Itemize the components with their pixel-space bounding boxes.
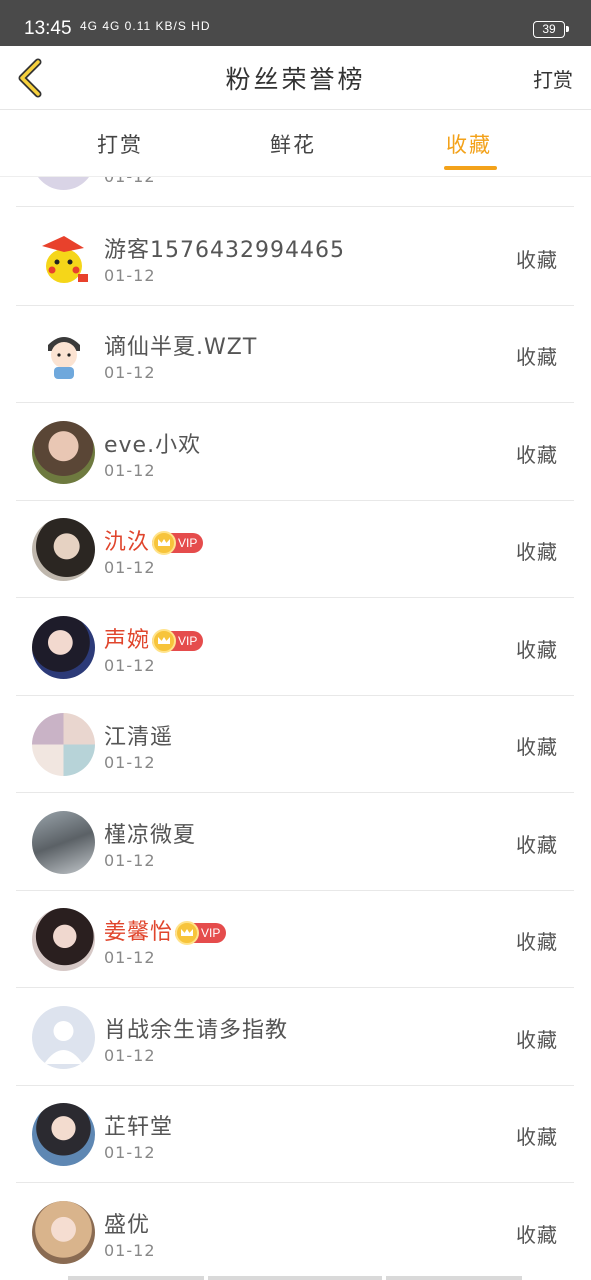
crown-icon	[152, 629, 177, 653]
photo-avatar	[32, 1103, 95, 1166]
row-action-label: 收藏	[516, 248, 558, 272]
list-item[interactable]: eve.小欢 01-12 收藏	[16, 403, 574, 501]
row-date: 01-12	[104, 753, 156, 772]
avatar	[32, 177, 95, 190]
list-item[interactable]: 谪仙半夏.WZT 01-12 收藏	[16, 305, 574, 403]
tab-reward[interactable]: 打赏	[97, 129, 143, 159]
row-name: 肖战余生请多指教	[104, 1018, 289, 1043]
row-date: 01-12	[104, 1143, 156, 1162]
row-action-label: 收藏	[516, 540, 558, 564]
status-time: 13:45	[24, 18, 72, 39]
row-name-text: 姜馨怡	[104, 920, 174, 945]
active-tab-indicator	[444, 166, 497, 170]
photo-avatar	[32, 908, 95, 971]
row-date: 01-12	[104, 266, 156, 285]
default-user-avatar	[32, 1006, 95, 1069]
row-action-label: 收藏	[516, 930, 558, 954]
row-date: 01-12	[104, 461, 156, 480]
row-action-label: 收藏	[516, 1223, 558, 1247]
photo-avatar	[32, 616, 95, 679]
row-name: 盛优	[104, 1213, 151, 1238]
photo-avatar	[32, 421, 95, 484]
row-action-label: 收藏	[516, 735, 558, 759]
row-name: 谪仙半夏.WZT	[104, 335, 258, 360]
network-indicator: 4G 4G 0.11 KB/S HD	[80, 19, 211, 33]
battery-icon: 39	[533, 21, 569, 38]
row-date: 01-12	[104, 851, 156, 870]
bottom-edge-divider	[68, 1276, 524, 1280]
row-name: 姜馨怡 VIP	[104, 914, 227, 946]
vip-badge: VIP	[152, 629, 204, 653]
vip-label: VIP	[201, 926, 221, 940]
vip-label: VIP	[178, 536, 198, 550]
photo-avatar	[32, 1201, 95, 1264]
row-name-text: 声婉	[104, 628, 151, 653]
pikachu-avatar	[32, 226, 95, 289]
row-name: 芷轩堂	[104, 1115, 174, 1140]
list-item[interactable]: 游客1576432994465 01-12 收藏	[16, 208, 574, 306]
row-action-label: 收藏	[516, 833, 558, 857]
list-item[interactable]: 01-12	[16, 177, 574, 207]
crown-icon	[175, 921, 200, 945]
row-action-label: 收藏	[516, 1028, 558, 1052]
vip-badge: VIP	[175, 921, 227, 945]
row-date: 01-12	[104, 1046, 156, 1065]
row-name: 江清遥	[104, 725, 174, 750]
tab-favorites[interactable]: 收藏	[446, 129, 492, 159]
list-item[interactable]: 盛优 01-12 收藏	[16, 1183, 574, 1280]
row-action-label: 收藏	[516, 638, 558, 662]
collage-avatar	[32, 713, 95, 776]
nav-bar: 粉丝荣誉榜 打赏	[0, 46, 591, 110]
vip-badge: VIP	[152, 531, 204, 555]
crown-icon	[152, 531, 177, 555]
photo-avatar	[32, 811, 95, 874]
row-name: 声婉 VIP	[104, 622, 204, 654]
row-date: 01-12	[104, 177, 156, 186]
list-item[interactable]: 声婉 VIP 01-12 收藏	[16, 598, 574, 696]
list-item[interactable]: 江清遥 01-12 收藏	[16, 695, 574, 793]
row-name: eve.小欢	[104, 433, 202, 458]
vip-label: VIP	[178, 634, 198, 648]
row-name-text: 氿汣	[104, 530, 151, 555]
list-item[interactable]: 槿凉微夏 01-12 收藏	[16, 793, 574, 891]
row-date: 01-12	[104, 363, 156, 382]
row-date: 01-12	[104, 558, 156, 577]
row-action-label: 收藏	[516, 443, 558, 467]
row-name: 氿汣 VIP	[104, 524, 204, 556]
page-title: 粉丝荣誉榜	[225, 65, 366, 94]
list-item[interactable]: 肖战余生请多指教 01-12 收藏	[16, 988, 574, 1086]
photo-avatar	[32, 518, 95, 581]
row-name: 游客1576432994465	[104, 238, 345, 263]
status-bar: 13:45 4G 4G 0.11 KB/S HD 39	[0, 0, 591, 46]
row-date: 01-12	[104, 1241, 156, 1260]
cartoon-boy-avatar	[32, 323, 95, 386]
row-date: 01-12	[104, 948, 156, 967]
list-item[interactable]: 氿汣 VIP 01-12 收藏	[16, 500, 574, 598]
user-silhouette-icon	[44, 1021, 83, 1064]
fan-list: 01-12 游客1576432994465 01-12 收藏	[0, 177, 591, 1280]
list-item[interactable]: 芷轩堂 01-12 收藏	[16, 1085, 574, 1183]
row-action-label: 收藏	[516, 1125, 558, 1149]
tab-bar: 打赏 鲜花 收藏	[0, 111, 591, 177]
reward-button[interactable]: 打赏	[533, 64, 573, 93]
row-action-label: 收藏	[516, 345, 558, 369]
row-name: 槿凉微夏	[104, 823, 197, 848]
tab-flowers[interactable]: 鲜花	[270, 129, 316, 159]
row-date: 01-12	[104, 656, 156, 675]
list-item[interactable]: 姜馨怡 VIP 01-12 收藏	[16, 890, 574, 988]
